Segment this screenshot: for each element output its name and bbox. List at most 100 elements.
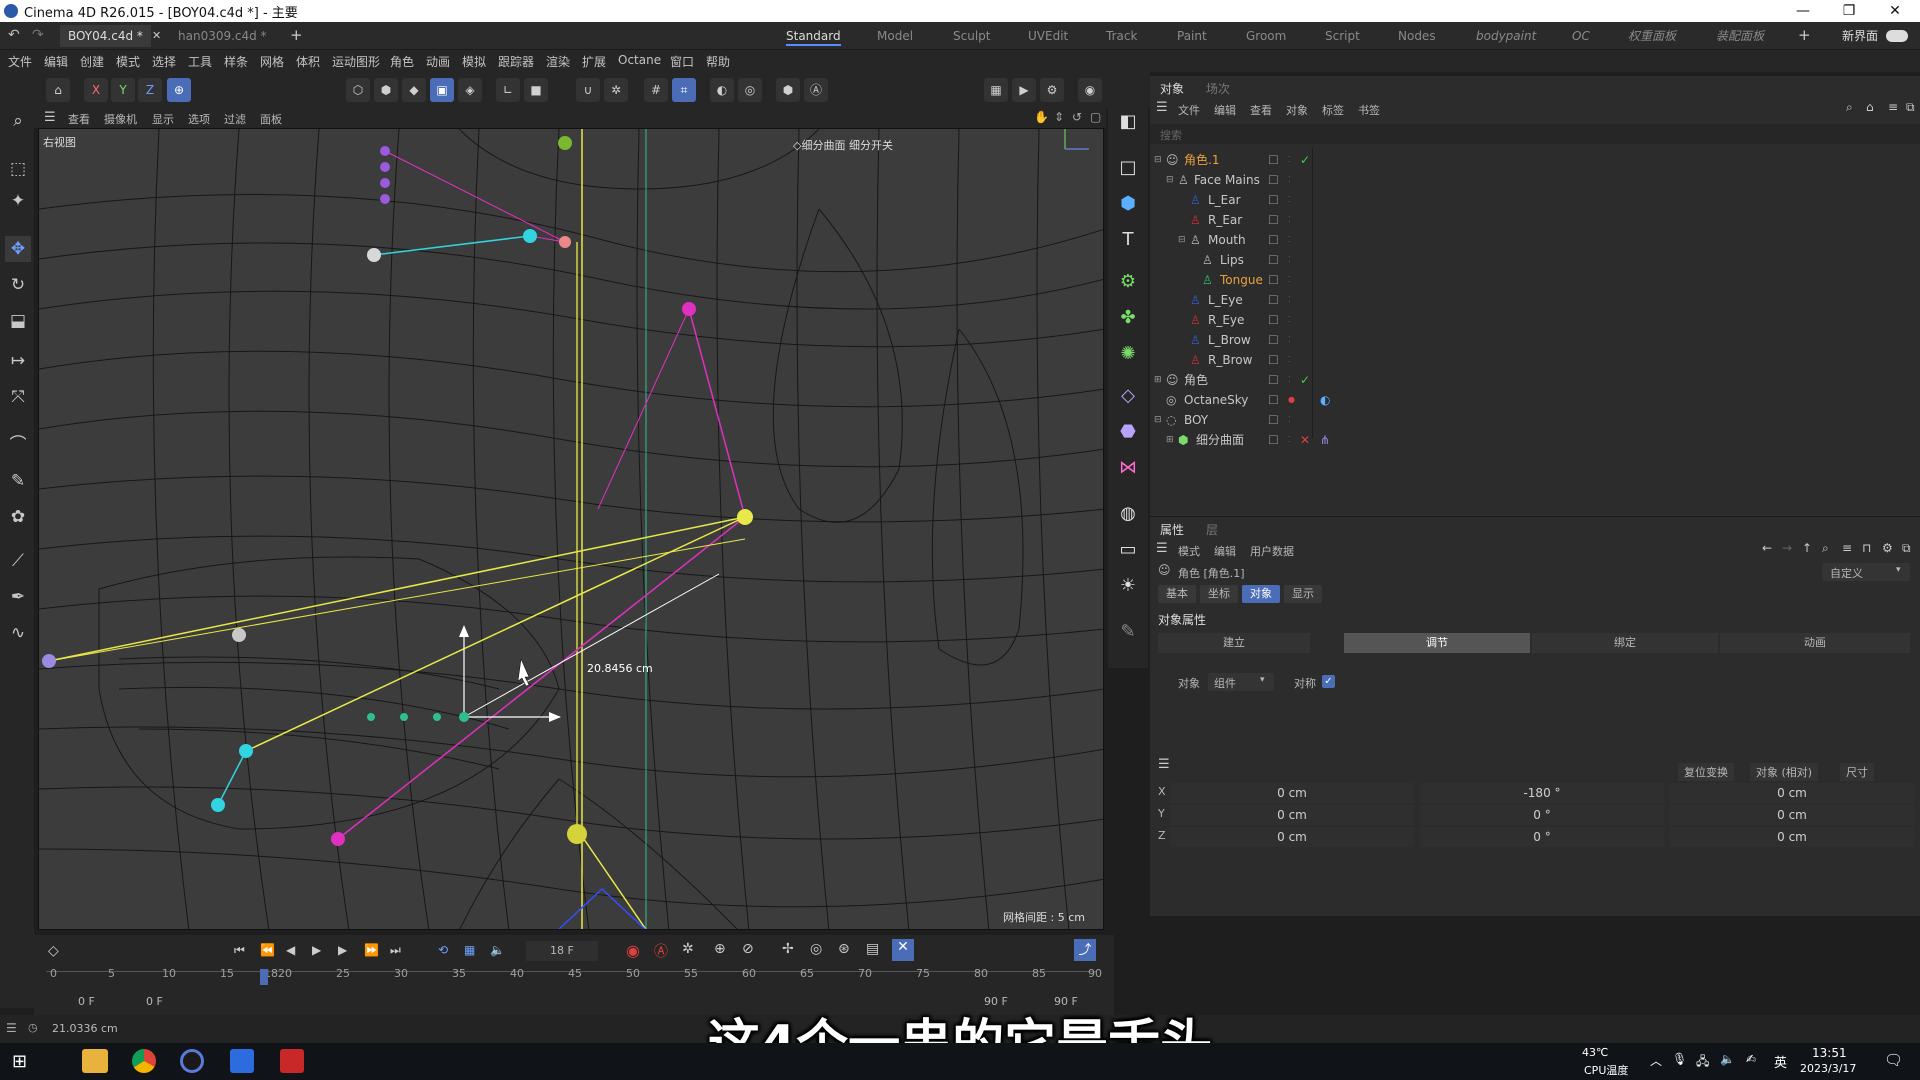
edges-mode-icon[interactable]: ⬢ <box>374 78 398 102</box>
search-icon[interactable]: ⌕ <box>5 108 31 134</box>
object-row-tongue[interactable]: ♙ Tongue ☐ ⁚ <box>1150 270 1920 290</box>
coordinate-system-icon[interactable]: ⊕ <box>167 78 191 102</box>
scale-y-field[interactable]: 0 cm <box>1670 805 1914 825</box>
key-position-icon[interactable]: ⊕ <box>714 941 726 957</box>
tab-attributes[interactable]: 属性 <box>1160 521 1184 538</box>
render-picture-viewer-icon[interactable]: ▶ <box>1012 78 1036 102</box>
tag-icon[interactable]: ✎ <box>1114 618 1142 646</box>
layout-tab-nodes[interactable]: Nodes <box>1398 26 1436 46</box>
axis-mode-icon[interactable]: ∟ <box>496 78 520 102</box>
layout-tab-weights[interactable]: 权重面板 <box>1628 26 1676 46</box>
enabled-check-icon[interactable]: ✓ <box>1300 150 1310 170</box>
reset-transform-button[interactable]: 复位变换 <box>1678 763 1734 781</box>
layout-tab-standard[interactable]: Standard <box>786 26 841 46</box>
effector-icon[interactable]: ⬣ <box>1114 418 1142 446</box>
vp-menu-display[interactable]: 显示 <box>152 111 174 127</box>
menu-mesh[interactable]: 网格 <box>260 53 284 70</box>
up-arrow-icon[interactable]: ↑ <box>1802 541 1812 555</box>
new-window-icon[interactable]: ⧉ <box>1906 100 1915 115</box>
preview-start-field[interactable]: 0 F <box>146 995 163 1008</box>
close-tab-icon[interactable]: ✕ <box>152 29 161 42</box>
render-view-icon[interactable]: ▦ <box>984 78 1008 102</box>
rotation-z-field[interactable]: 0 ° <box>1420 827 1664 847</box>
key-points-icon[interactable]: ▤ <box>866 941 879 957</box>
layout-tab-uvedit[interactable]: UVEdit <box>1028 26 1068 46</box>
spline-icon[interactable]: ⋈ <box>1114 454 1142 482</box>
object-relative-dropdown[interactable]: 对象 (相对) <box>1750 763 1819 781</box>
new-window-icon[interactable]: ⧉ <box>1902 541 1911 556</box>
network-icon[interactable]: 🖧 <box>1696 1052 1709 1073</box>
menu-tracker[interactable]: 跟踪器 <box>498 53 534 70</box>
menu-volume[interactable]: 体积 <box>296 53 320 70</box>
grid-snap-icon[interactable]: # <box>644 78 668 102</box>
menu-mode[interactable]: 模式 <box>116 53 140 70</box>
smooth-brush-icon[interactable]: ∿ <box>5 620 31 646</box>
key-scale-icon[interactable]: ✢ <box>782 941 794 957</box>
objmgr-menu-file[interactable]: 文件 <box>1178 102 1200 118</box>
polygons-mode-icon[interactable]: ◆ <box>402 78 426 102</box>
vp-menu-options[interactable]: 选项 <box>188 111 210 127</box>
go-to-end-icon[interactable]: ⏭ <box>390 943 401 958</box>
play-icon[interactable]: ▶ <box>312 943 321 957</box>
preview-end-field[interactable]: 90 F <box>984 995 1008 1008</box>
object-row-l-ear[interactable]: ♙ L_Ear ☐ ⁚ <box>1150 190 1920 210</box>
fcurve-icon[interactable]: ⤴ <box>1074 939 1096 961</box>
object-row-l-eye[interactable]: ♙ L_Eye ☐ ⁚ <box>1150 290 1920 310</box>
object-row-subdivision[interactable]: ⊞ ⬢ 细分曲面 ☐ ⁚ ✕ ⋔ <box>1150 430 1920 450</box>
search-icon[interactable]: ⌕ <box>1846 100 1853 115</box>
object-row-r-brow[interactable]: ♙ R_Brow ☐ ⁚ <box>1150 350 1920 370</box>
object-row-character-1[interactable]: ⊟ ☺ 角色.1 ☐ ⁚ ✓ <box>1150 150 1920 170</box>
interpolation-icon[interactable]: ✕ <box>892 939 914 961</box>
range-start-field[interactable]: 0 F <box>78 995 95 1008</box>
key-rotation-icon[interactable]: ⊘ <box>742 941 754 957</box>
filter-icon[interactable]: ≡ <box>1888 100 1898 114</box>
object-row-octanesky[interactable]: ◎ OctaneSky ☐ ● ◐ <box>1150 390 1920 410</box>
layout-tab-track[interactable]: Track <box>1106 26 1137 46</box>
object-row-l-brow[interactable]: ♙ L_Brow ☐ ⁚ <box>1150 330 1920 350</box>
go-to-start-icon[interactable]: ⏮ <box>234 943 245 958</box>
field-icon[interactable]: ◇ <box>1114 382 1142 410</box>
mode-tab-adjust[interactable]: 调节 <box>1344 633 1530 653</box>
doc-tab-han0309[interactable]: han0309.c4d * <box>170 25 275 47</box>
fps-icon[interactable]: ▦ <box>464 943 475 957</box>
menu-select[interactable]: 选择 <box>152 53 176 70</box>
record-icon[interactable]: ◉ <box>626 941 640 960</box>
symmetry-checkbox[interactable]: ✓ <box>1322 675 1335 688</box>
vp-menu-camera[interactable]: 摄像机 <box>104 111 137 127</box>
rotate-view-icon[interactable]: ↺ <box>1072 110 1082 124</box>
new-tab-icon[interactable]: + <box>290 26 303 44</box>
keyframe-selection-icon[interactable]: ✲ <box>682 941 694 957</box>
scale-z-field[interactable]: 0 cm <box>1670 827 1914 847</box>
layout-tab-groom[interactable]: Groom <box>1246 26 1286 46</box>
tweak-mode-icon[interactable]: ■ <box>524 78 548 102</box>
object-row-boy[interactable]: ⊟ ◌ BOY ☐ ⁚ <box>1150 410 1920 430</box>
magnet-icon[interactable]: ∪ <box>576 78 600 102</box>
menu-character[interactable]: 角色 <box>390 53 414 70</box>
maximize-button[interactable]: ❐ <box>1826 0 1872 22</box>
undo-icon[interactable]: ↶ <box>8 27 20 43</box>
placement-tool-icon[interactable]: ⤧ <box>5 384 31 410</box>
windows-start-icon[interactable]: ⊞ <box>12 1051 27 1072</box>
camera-icon[interactable]: ◧ <box>1114 108 1142 136</box>
knife-tool-icon[interactable]: ⟋ <box>5 548 31 574</box>
microphone-icon[interactable]: 🎙 <box>1672 1052 1687 1066</box>
objmgr-menu-bookmarks[interactable]: 书签 <box>1358 102 1380 118</box>
tab-objects[interactable]: 对象 <box>1160 80 1184 97</box>
layout-tab-script[interactable]: Script <box>1325 26 1360 46</box>
doc-tab-boy04[interactable]: BOY04.c4d * <box>60 25 151 47</box>
paint-brush-icon[interactable]: ✿ <box>5 504 31 530</box>
minimize-button[interactable]: — <box>1780 0 1826 22</box>
menu-help[interactable]: 帮助 <box>706 53 730 70</box>
pen-tool-icon[interactable]: ✒ <box>5 584 31 610</box>
attr-menu-userdata[interactable]: 用户数据 <box>1250 543 1294 559</box>
menu-edit[interactable]: 编辑 <box>44 53 68 70</box>
deformer-icon[interactable]: ✺ <box>1114 340 1142 368</box>
hud-subdivision-label[interactable]: ◇细分曲面 细分开关 <box>793 137 893 153</box>
clock-time[interactable]: 13:51 <box>1812 1046 1847 1060</box>
app-taskbar-icon[interactable] <box>230 1049 254 1073</box>
loop-icon[interactable]: ⟲ <box>438 943 448 957</box>
menu-extensions[interactable]: 扩展 <box>582 53 606 70</box>
tab-layers[interactable]: 层 <box>1206 521 1218 538</box>
close-button[interactable]: ✕ <box>1872 0 1918 22</box>
objmgr-hamburger-icon[interactable]: ☰ <box>1156 100 1168 115</box>
